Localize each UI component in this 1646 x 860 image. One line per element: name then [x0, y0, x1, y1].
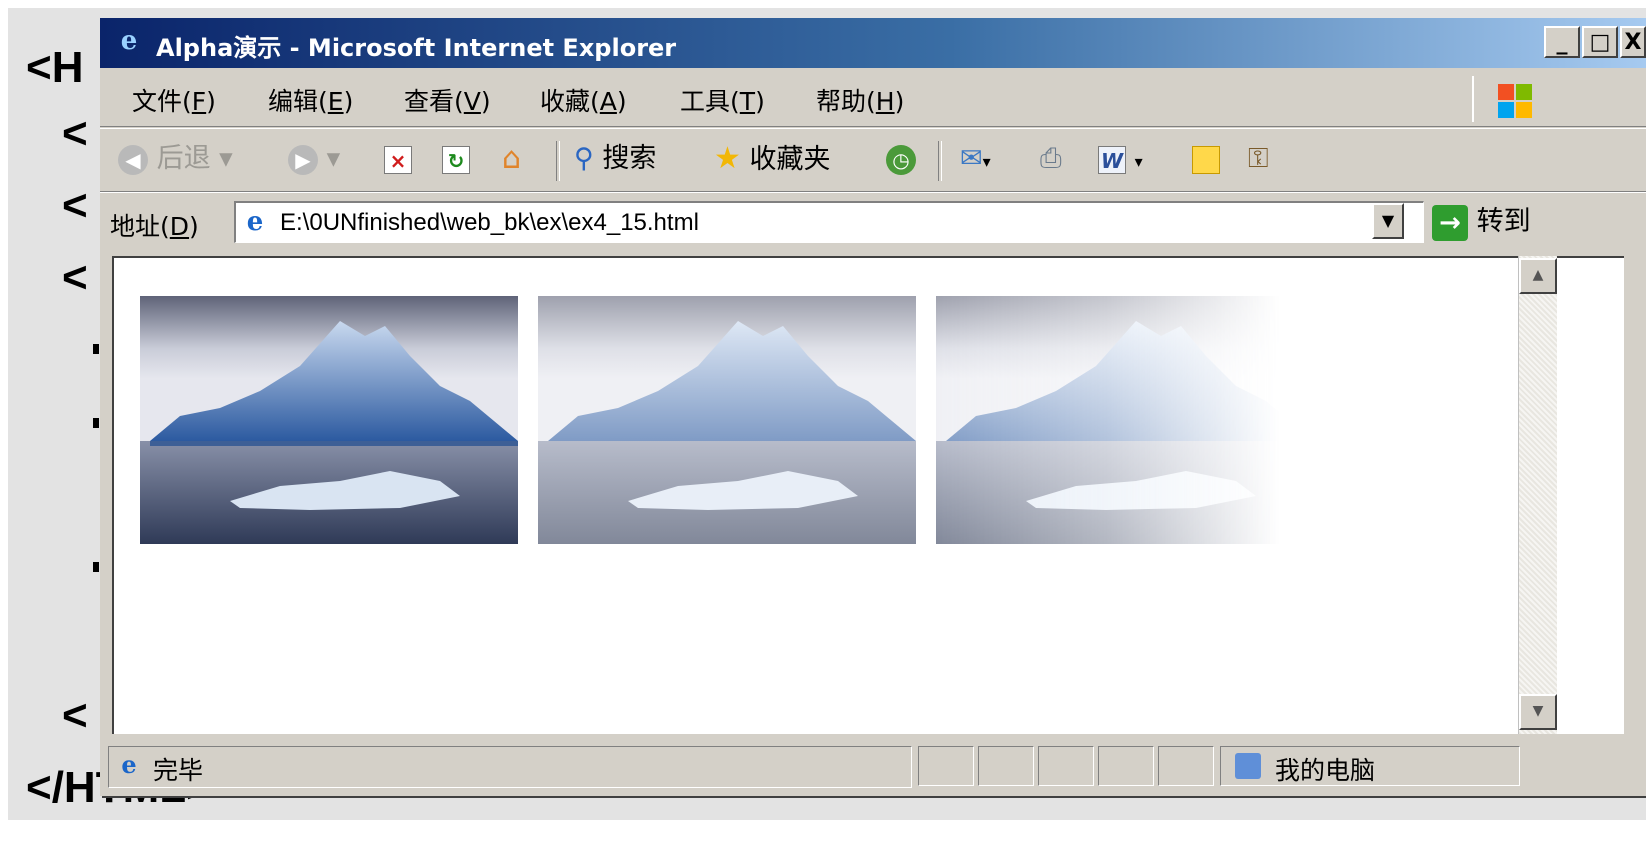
address-url: E:\0UNfinished\web_bk\ex\ex4_15.html	[280, 209, 699, 236]
vertical-scrollbar[interactable]: ▲ ▼	[1518, 256, 1557, 734]
page-icon: e	[246, 207, 264, 237]
go-button[interactable]: → 转到	[1432, 203, 1531, 241]
scroll-down-button[interactable]: ▼	[1519, 694, 1557, 730]
menu-favorites[interactable]: 收藏(A)	[540, 82, 627, 118]
scroll-up-button[interactable]: ▲	[1519, 258, 1557, 294]
refresh-button[interactable]: ↻	[442, 139, 470, 179]
zone-text: 我的电脑	[1275, 756, 1376, 785]
favorites-icon: ★	[714, 141, 741, 176]
research-icon: ⚿	[1248, 143, 1269, 174]
status-text: 完毕	[153, 756, 204, 785]
slide-bullet	[93, 562, 99, 572]
computer-icon	[1235, 753, 1261, 779]
menu-help[interactable]: 帮助(H)	[816, 82, 904, 118]
iceberg-image-gradient-alpha	[936, 296, 1280, 544]
home-icon: ⌂	[502, 141, 522, 176]
menu-bar: 文件(F) 编辑(E) 查看(V) 收藏(A) 工具(T) 帮助(H)	[100, 68, 1646, 127]
back-button[interactable]: ◀ 后退 ▾	[118, 139, 233, 179]
iceberg-image-opaque	[140, 296, 518, 544]
toolbar-separator	[938, 141, 942, 181]
status-cell	[1098, 746, 1154, 786]
home-button[interactable]: ⌂	[502, 139, 521, 179]
status-bar: e 完毕 我的电脑	[100, 740, 1646, 790]
slide-code-line: <	[62, 109, 88, 158]
print-button[interactable]: ⎙	[1040, 139, 1062, 179]
toolbar-separator	[556, 141, 560, 181]
status-panel: e 完毕	[108, 746, 912, 788]
security-zone: 我的电脑	[1220, 746, 1520, 786]
maximize-button[interactable]: □	[1582, 26, 1618, 58]
minimize-button[interactable]: _	[1544, 26, 1580, 58]
menu-edit[interactable]: 编辑(E)	[268, 82, 353, 118]
forward-icon: ▶	[288, 144, 318, 175]
slide-code-line: <	[62, 181, 88, 230]
history-icon: ◷	[886, 144, 916, 175]
title-bar[interactable]: e Alpha演示 - Microsoft Internet Explorer …	[100, 18, 1646, 68]
stop-button[interactable]: ×	[384, 139, 412, 179]
forward-button[interactable]: ▶ ▾	[288, 139, 340, 179]
slide-bullet	[93, 418, 99, 428]
refresh-icon: ↻	[442, 145, 470, 174]
print-icon: ⎙	[1040, 143, 1062, 174]
back-icon: ◀	[118, 144, 148, 175]
address-label: 地址(D)	[110, 212, 199, 241]
standard-toolbar: ◀ 后退 ▾ ▶ ▾ × ↻ ⌂ ⚲ 搜索 ★ 收藏夹 ◷ ✉▾ ⎙ W ▾ ⚿	[100, 128, 1646, 192]
address-dropdown-button[interactable]: ▼	[1372, 203, 1404, 239]
edit-button[interactable]: W ▾	[1098, 139, 1143, 179]
stop-icon: ×	[384, 145, 412, 174]
slide-code-line: <	[62, 691, 88, 740]
window-title: Alpha演示 - Microsoft Internet Explorer	[156, 34, 677, 62]
menu-view[interactable]: 查看(V)	[404, 82, 491, 118]
page-content	[112, 256, 1624, 734]
messenger-icon	[1192, 145, 1220, 174]
discuss-button[interactable]	[1192, 139, 1220, 179]
status-cell	[918, 746, 974, 786]
slide-code-line: <H	[26, 43, 84, 92]
search-icon: ⚲	[574, 143, 594, 174]
status-cell	[1158, 746, 1214, 786]
research-button[interactable]: ⚿	[1248, 139, 1269, 179]
slide-code-line: <	[62, 253, 88, 302]
iceberg-image-alpha	[538, 296, 916, 544]
mail-button[interactable]: ✉▾	[960, 139, 991, 179]
search-button[interactable]: ⚲ 搜索	[574, 139, 656, 179]
close-button[interactable]: X	[1620, 26, 1646, 58]
browser-window: e Alpha演示 - Microsoft Internet Explorer …	[100, 18, 1646, 796]
edit-icon: W	[1098, 145, 1126, 174]
ie-icon: e	[120, 26, 138, 56]
slide-bullet	[93, 344, 99, 354]
windows-logo-icon	[1472, 76, 1564, 122]
menu-file[interactable]: 文件(F)	[132, 82, 216, 118]
status-cell	[978, 746, 1034, 786]
go-icon: →	[1432, 204, 1468, 241]
favorites-button[interactable]: ★ 收藏夹	[714, 139, 831, 179]
mail-icon: ✉	[960, 143, 983, 174]
ie-icon: e	[121, 750, 137, 779]
status-cell	[1038, 746, 1094, 786]
history-button[interactable]: ◷	[886, 139, 916, 179]
address-input[interactable]: e E:\0UNfinished\web_bk\ex\ex4_15.html	[234, 201, 1424, 243]
address-bar: 地址(D) e E:\0UNfinished\web_bk\ex\ex4_15.…	[100, 192, 1646, 251]
menu-tools[interactable]: 工具(T)	[680, 82, 765, 118]
